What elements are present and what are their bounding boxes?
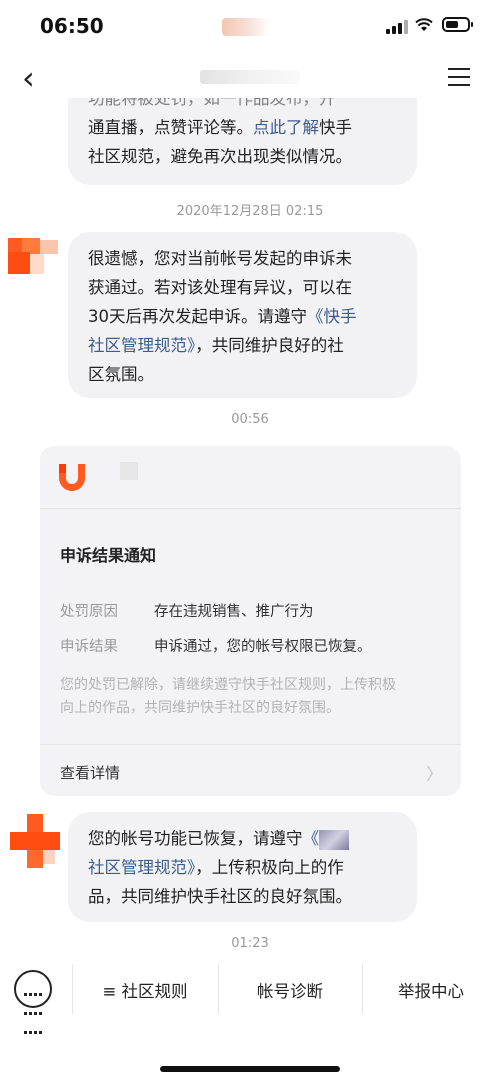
bubble-text-line: 社区管理规范》，共同维护良好的社 (88, 336, 344, 355)
card-header (40, 446, 461, 508)
bubble-text-line: 通直播，点赞评论等。点此了解快手 (88, 118, 352, 137)
report-center-button[interactable]: 举报中心 (362, 978, 500, 1002)
back-chevron-icon[interactable]: ‹ (22, 62, 35, 94)
avatar (8, 238, 58, 288)
signal-icon (386, 20, 408, 34)
message-bubble-appeal-rejected: 很遗憾，您对当前帐号发起的申诉未 获通过。若对该处理有异议，可以在 30天后再次… (68, 232, 417, 398)
bubble-text-line: 功能将被处罚，如一作品发布，开 (88, 98, 336, 108)
home-indicator[interactable] (160, 1066, 340, 1072)
battery-tip (471, 22, 473, 27)
bubble-text-line: 您的帐号功能已恢复，请遵守《 (88, 824, 397, 853)
bubble-text-line: 很遗憾，您对当前帐号发起的申诉未 (88, 249, 352, 268)
appeal-result-label: 申诉结果 (60, 639, 118, 655)
community-rules-button[interactable]: ≡ 社区规则 (72, 978, 218, 1002)
kuaishou-logo-icon (59, 464, 85, 491)
blurred-region (319, 829, 349, 850)
timestamp: 2020年12月28日 02:15 (176, 204, 324, 219)
wifi-icon (415, 17, 433, 36)
sender-name-blurred (120, 462, 138, 480)
message-bubble-violation: 功能将被处罚，如一作品发布，开 通直播，点赞评论等。点此了解快手 社区规范，避免… (68, 98, 417, 185)
timestamp: 00:56 (231, 412, 269, 427)
bubble-text-line: 社区管理规范》，上传积极向上的作 (88, 858, 344, 877)
account-diagnosis-button[interactable]: 帐号诊断 (218, 978, 362, 1002)
appeal-result-value: 申诉通过，您的帐号权限已恢复。 (154, 639, 372, 655)
appeal-result-card[interactable]: 申诉结果通知 处罚原因 存在违规销售、推广行为 申诉结果 申诉通过，您的帐号权限… (40, 446, 461, 796)
bubble-text-line: 获通过。若对该处理有异议，可以在 (88, 278, 352, 297)
bubble-text-line: 区氛围。 (88, 365, 154, 384)
card-divider (40, 744, 461, 745)
card-divider (40, 508, 461, 509)
battery-icon (442, 17, 470, 32)
chevron-right-icon[interactable]: 〉 (426, 760, 443, 785)
learn-more-link[interactable]: 点此了解 (253, 118, 319, 137)
status-time: 06:50 (40, 14, 104, 38)
hamburger-menu-icon[interactable] (448, 68, 470, 92)
avatar (10, 814, 60, 868)
community-rules-link-cont[interactable]: 社区管理规范》 (88, 858, 195, 877)
community-rules-link[interactable]: 《 (303, 829, 320, 848)
status-notification-blur (222, 18, 270, 36)
penalty-reason-label: 处罚原因 (60, 604, 118, 620)
community-rules-link[interactable]: 《快手 (307, 307, 357, 326)
conversation-title-blurred (200, 70, 300, 84)
bubble-text-line: 品，共同维护快手社区的良好氛围。 (88, 887, 352, 906)
community-rules-link-cont[interactable]: 社区管理规范》 (88, 336, 195, 355)
timestamp: 01:23 (231, 936, 269, 951)
penalty-reason-value: 存在违规销售、推广行为 (154, 604, 314, 620)
bubble-text-line: 30天后再次发起申诉。请遵守《快手 (88, 307, 357, 326)
keyboard-icon[interactable] (14, 970, 52, 1034)
bubble-text-line: 社区规范，避免再次出现类似情况。 (88, 147, 352, 166)
message-bubble-account-restored: 您的帐号功能已恢复，请遵守《 社区管理规范》，上传积极向上的作 品，共同维护快手… (68, 812, 417, 922)
card-title: 申诉结果通知 (60, 546, 157, 565)
card-note: 您的处罚已解除，请继续遵守快手社区规则，上传积极 向上的作品，共同维护快手社区的… (60, 677, 396, 716)
view-details-link[interactable]: 查看详情 (60, 762, 120, 783)
